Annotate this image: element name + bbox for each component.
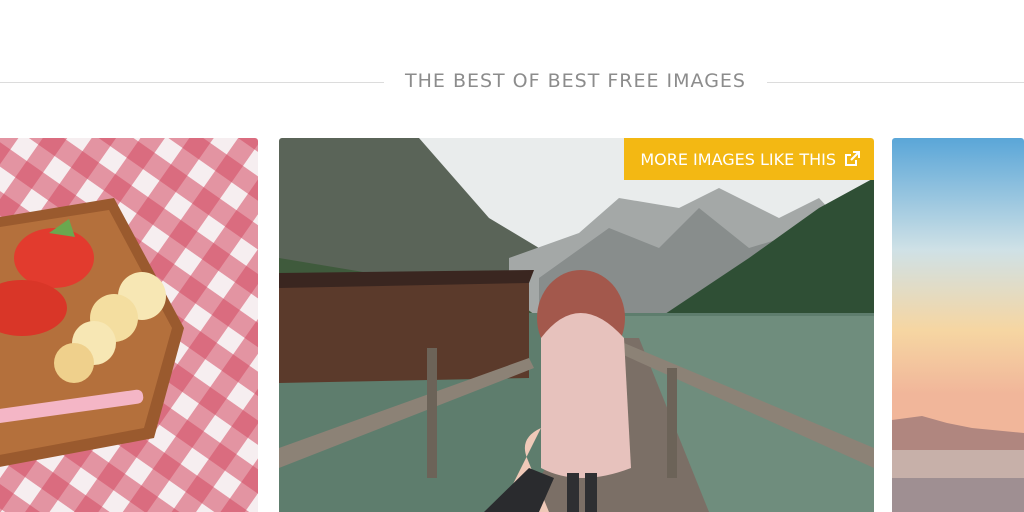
gallery-card-sunset[interactable] [892,138,1024,512]
more-images-button[interactable]: MORE IMAGES LIKE THIS [624,138,874,180]
section-heading: THE BEST OF BEST FREE IMAGES [405,70,746,92]
picnic-fruit-photo [0,138,258,512]
heading-divider-left [0,82,384,83]
gallery-card-picnic[interactable] [0,138,258,512]
gallery-card-lake-pier[interactable]: MORE IMAGES LIKE THIS [279,138,874,512]
heading-divider-right [767,82,1024,83]
external-link-icon [845,151,860,166]
lake-pier-photo [279,138,874,512]
sunset-sea-photo [892,138,1024,512]
section-header: THE BEST OF BEST FREE IMAGES [0,66,1024,96]
more-images-label: MORE IMAGES LIKE THIS [640,149,836,169]
